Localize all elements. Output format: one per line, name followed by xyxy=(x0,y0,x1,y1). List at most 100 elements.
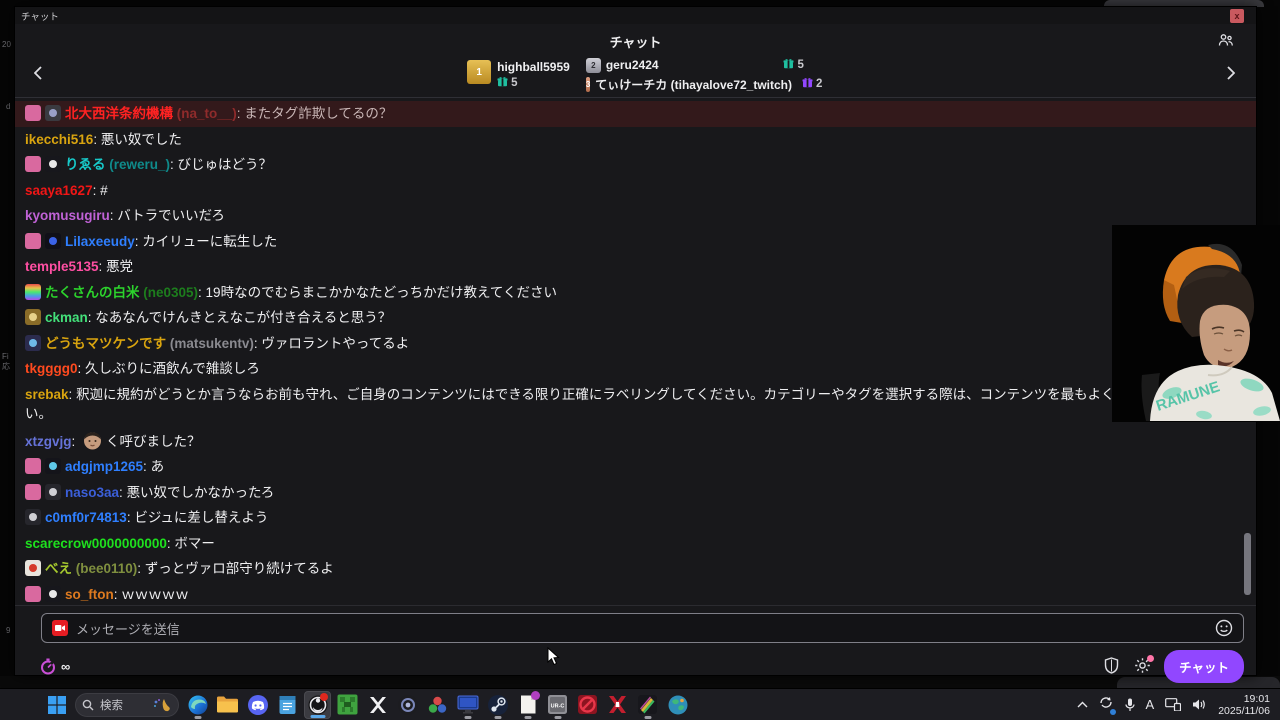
chat-username[interactable]: saaya1627 xyxy=(25,183,93,198)
header-divider xyxy=(15,97,1256,98)
chat-scrollbar-thumb[interactable] xyxy=(1244,533,1251,595)
system-tray: A 19:01 2025/11/06 xyxy=(1077,693,1280,717)
network-display-tray-icon[interactable] xyxy=(1165,698,1181,711)
chat-input-placeholder: メッセージを送信 xyxy=(76,619,1207,638)
taskbar-app-obs-icon[interactable] xyxy=(304,691,331,719)
sync-tray-icon[interactable] xyxy=(1099,696,1114,714)
taskbar-app-minecraft-icon[interactable] xyxy=(334,691,361,719)
chat-username[interactable]: kyomusugiru xyxy=(25,208,110,223)
background-fragment: 9 xyxy=(6,626,10,635)
community-users-icon[interactable] xyxy=(1218,33,1234,47)
window-titlebar[interactable]: チャット xyxy=(15,7,1256,24)
chat-username[interactable]: adgjmp1265 xyxy=(65,459,143,474)
chat-username-alias: (bee0110) xyxy=(72,561,137,576)
leaderboard-entry-1[interactable]: 1 highball5959 5 xyxy=(467,60,570,90)
watch-streak[interactable]: ∞ xyxy=(41,658,70,675)
leaderboard-next-button[interactable] xyxy=(1224,61,1238,85)
webcam-overlay-window[interactable]: RAMUNE xyxy=(1112,225,1280,422)
volume-tray-icon[interactable] xyxy=(1192,698,1207,711)
taskbar-app-notes-page-icon[interactable] xyxy=(514,691,541,719)
chat-username[interactable]: りゑる xyxy=(65,157,106,172)
taskbar-clock[interactable]: 19:01 2025/11/06 xyxy=(1218,693,1270,717)
tray-overflow-chevron-icon[interactable] xyxy=(1077,701,1088,708)
chat-message: xtzgvjg: く呼びました？ xyxy=(15,427,1256,455)
desktop-screen: 20dFi応9 チャット x チャット 1 highball5959 5 xyxy=(0,0,1280,720)
chat-username[interactable]: 北大西洋条約機構 xyxy=(65,106,173,121)
taskbar-app-ur-c-icon[interactable]: UR-C xyxy=(544,691,571,719)
ime-indicator[interactable]: A xyxy=(1146,697,1155,712)
chat-username[interactable]: ckman xyxy=(45,310,88,325)
taskbar-app-notepad-icon[interactable] xyxy=(274,691,301,719)
chat-username-alias: (na_to__) xyxy=(173,106,237,121)
leaderboard-1-name: highball5959 xyxy=(497,60,570,74)
streamer-webcam-feed: RAMUNE xyxy=(1112,225,1280,422)
chat-message: srebak: 釈迦に規約がどうとか言うならお前も守れ、ご自身のコンテンツにはで… xyxy=(15,382,1256,427)
taskbar-app-discord-icon[interactable] xyxy=(244,691,271,719)
chat-username[interactable]: c0mf0r74813 xyxy=(45,510,127,525)
emote-picker-icon[interactable] xyxy=(1215,619,1233,637)
chat-username[interactable]: tkgggg0 xyxy=(25,361,78,376)
leaderboard-entry-3[interactable]: 3 てぃけーチカ (tihayalove72_twitch) 2 xyxy=(586,76,804,93)
chat-message: temple5135: 悪党 xyxy=(15,254,1256,280)
chat-message-text: またタグ詐欺してるの？ xyxy=(244,106,392,121)
gift-icon xyxy=(802,77,813,91)
taskbar-app-wallpaper-icon[interactable] xyxy=(634,691,661,719)
clock-time: 19:01 xyxy=(1218,693,1270,705)
chat-username-alias: (reweru_) xyxy=(106,157,171,172)
taskbar-app-red-slash-icon[interactable] xyxy=(574,691,601,719)
chat-badge-icon xyxy=(45,458,61,474)
leaderboard-prev-button[interactable] xyxy=(31,61,45,85)
message-colon: : xyxy=(78,361,86,376)
chat-username[interactable]: srebak xyxy=(25,387,69,402)
chat-message-text: びじゅはどう？ xyxy=(178,157,273,172)
chat-username[interactable]: temple5135 xyxy=(25,259,99,274)
windows-logo-icon xyxy=(48,696,66,714)
moderation-shield-icon[interactable] xyxy=(1104,657,1122,675)
chat-username[interactable]: べえ xyxy=(45,561,72,576)
chat-username[interactable]: Lilaxeeudy xyxy=(65,234,135,249)
chat-badge-icon xyxy=(25,509,41,525)
taskbar-app-rgb-tool-icon[interactable] xyxy=(424,691,451,719)
chat-username[interactable]: naso3aa xyxy=(65,485,119,500)
taskbar-app-red-x-icon[interactable] xyxy=(604,691,631,719)
taskbar-search-box[interactable]: 検索 xyxy=(75,693,179,717)
sync-status-dot xyxy=(1110,709,1116,715)
microphone-tray-icon[interactable] xyxy=(1125,698,1135,712)
chat-username[interactable]: so_fton xyxy=(65,587,114,602)
close-icon: x xyxy=(1234,12,1239,21)
taskbar-app-x-app-icon[interactable] xyxy=(364,691,391,719)
chat-send-button[interactable]: チャット xyxy=(1164,650,1244,683)
message-colon: : xyxy=(137,561,145,576)
close-button[interactable]: x xyxy=(1230,9,1244,23)
taskbar-app-steam-icon[interactable] xyxy=(484,691,511,719)
leaderboard-3-name: てぃけーチカ (tihayalove72_twitch) xyxy=(595,76,792,93)
chat-username[interactable]: ikecchi516 xyxy=(25,132,93,147)
chat-username[interactable]: どうもマツケンです xyxy=(45,336,166,351)
chat-message-text: 19時なのでむらまこかかなたどっちかだけ教えてください xyxy=(206,285,557,300)
chat-message: adgjmp1265: あ xyxy=(15,454,1256,480)
taskbar-app-folder-icon[interactable] xyxy=(214,691,241,719)
chat-settings-gear-icon[interactable] xyxy=(1134,657,1152,675)
start-button[interactable] xyxy=(44,692,70,718)
chat-badge-icon xyxy=(25,560,41,576)
leaderboard-2-count: 5 xyxy=(797,59,803,71)
taskbar-app-monitor-app-icon[interactable] xyxy=(454,691,481,719)
search-icon xyxy=(82,699,94,711)
gift-icon xyxy=(783,58,794,72)
chat-badge-icon xyxy=(45,105,61,121)
leaderboard-entry-2[interactable]: 2 geru2424 5 xyxy=(586,58,804,73)
taskbar-app-icons: UR-C xyxy=(184,691,691,719)
streamer-face-emote[interactable] xyxy=(82,430,103,451)
taskbar-app-lens-icon[interactable] xyxy=(394,691,421,719)
taskbar-app-globe-paint-icon[interactable] xyxy=(664,691,691,719)
chat-input[interactable]: メッセージを送信 xyxy=(41,613,1244,643)
message-colon: : xyxy=(69,387,77,402)
chat-message: ikecchi516: 悪い奴でした xyxy=(15,127,1256,153)
chat-username[interactable]: scarecrow0000000000 xyxy=(25,536,167,551)
message-colon: : xyxy=(93,132,101,147)
taskbar-app-edge-icon[interactable] xyxy=(184,691,211,719)
chat-username[interactable]: たくさんの白米 xyxy=(45,285,140,300)
chat-username[interactable]: xtzgvjg xyxy=(25,434,72,449)
notification-badge xyxy=(531,691,540,700)
chat-message-text: なあなんでけんきとえなこが付き合えると思う？ xyxy=(95,310,391,325)
